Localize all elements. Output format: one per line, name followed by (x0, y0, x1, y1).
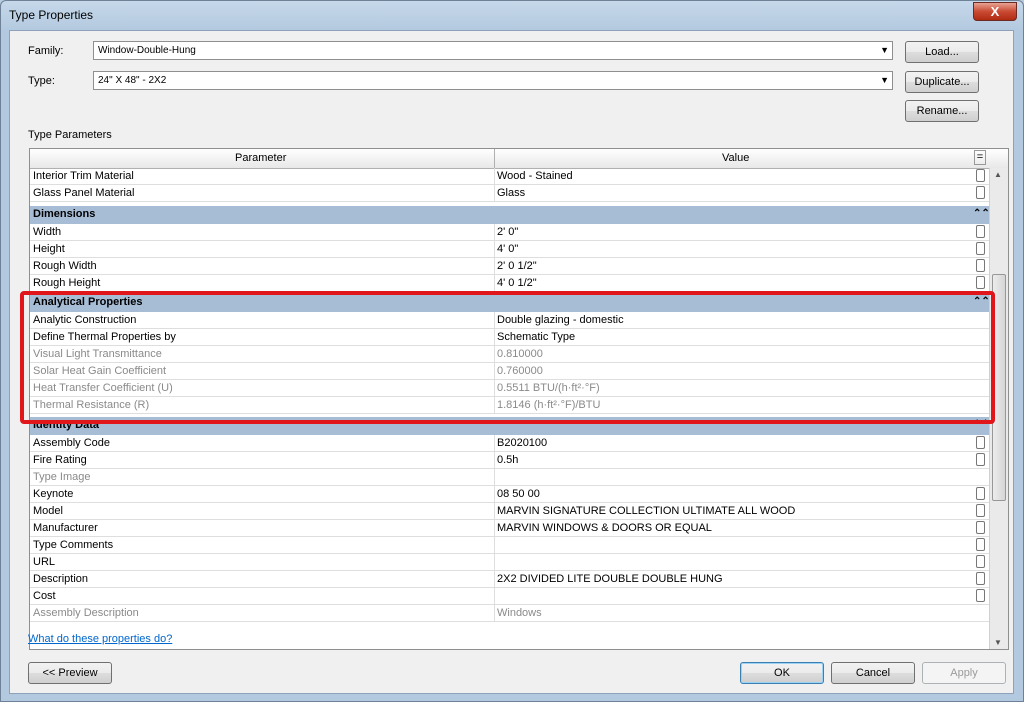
row-edit-handle[interactable] (976, 504, 985, 517)
load-button[interactable]: Load... (905, 41, 979, 63)
header-parameter[interactable]: Parameter (235, 152, 286, 164)
header-value[interactable]: Value (722, 152, 749, 164)
table-row[interactable]: Rough Height 4' 0 1/2" (30, 275, 989, 292)
table-row[interactable]: Manufacturer MARVIN WINDOWS & DOORS OR E… (30, 520, 989, 537)
family-label: Family: (28, 45, 64, 57)
table-row[interactable]: Description 2X2 DIVIDED LITE DOUBLE DOUB… (30, 571, 989, 588)
ok-button[interactable]: OK (740, 662, 824, 684)
type-parameters-label: Type Parameters (28, 129, 112, 141)
table-row[interactable]: Type Comments (30, 537, 989, 554)
type-label: Type: (28, 75, 55, 87)
row-edit-handle[interactable] (976, 276, 985, 289)
row-edit-handle[interactable] (976, 555, 985, 568)
scrollbar-thumb[interactable] (992, 274, 1006, 501)
rename-button[interactable]: Rename... (905, 100, 979, 122)
group-analytical-properties[interactable]: Analytical Properties ⌃⌃ (30, 294, 990, 312)
row-edit-handle[interactable] (976, 589, 985, 602)
scroll-down-arrow-icon[interactable]: ▼ (994, 638, 1002, 647)
preview-button[interactable]: << Preview (28, 662, 112, 684)
table-row[interactable]: Assembly Code B2020100 (30, 435, 989, 452)
help-link[interactable]: What do these properties do? (28, 633, 172, 645)
table-row[interactable]: Interior Trim Material Wood - Stained (30, 168, 989, 185)
type-value: 24" X 48" - 2X2 (98, 75, 167, 86)
grid-header: Parameter Value = (30, 149, 1008, 169)
row-edit-handle[interactable] (976, 572, 985, 585)
table-row[interactable]: Height 4' 0" (30, 241, 989, 258)
collapse-icon[interactable]: ⌃⌃ (973, 419, 990, 430)
row-edit-handle[interactable] (976, 521, 985, 534)
table-row: Type Image (30, 469, 989, 486)
table-row[interactable]: URL (30, 554, 989, 571)
table-row[interactable]: Keynote 08 50 00 (30, 486, 989, 503)
family-value: Window-Double-Hung (98, 45, 196, 56)
collapse-icon[interactable]: ⌃⌃ (973, 208, 990, 219)
apply-button[interactable]: Apply (922, 662, 1006, 684)
scroll-up-arrow-icon[interactable]: ▲ (994, 170, 1002, 179)
row-edit-handle[interactable] (976, 538, 985, 551)
header-menu-button[interactable]: = (974, 150, 986, 165)
grid-scrollbar[interactable]: ▲ ▼ (989, 168, 1008, 649)
table-row[interactable]: Define Thermal Properties by Schematic T… (30, 329, 989, 346)
chevron-down-icon: ▼ (880, 45, 889, 55)
table-row[interactable]: Fire Rating 0.5h (30, 452, 989, 469)
row-edit-handle[interactable] (976, 186, 985, 199)
table-row[interactable]: Width 2' 0" (30, 224, 989, 241)
table-row: Heat Transfer Coefficient (U) 0.5511 BTU… (30, 380, 989, 397)
row-edit-handle[interactable] (976, 259, 985, 272)
group-dimensions[interactable]: Dimensions ⌃⌃ (30, 206, 990, 224)
table-row[interactable]: Analytic Construction Double glazing - d… (30, 312, 989, 329)
row-edit-handle[interactable] (976, 436, 985, 449)
row-edit-handle[interactable] (976, 225, 985, 238)
table-row[interactable]: Model MARVIN SIGNATURE COLLECTION ULTIMA… (30, 503, 989, 520)
collapse-icon[interactable]: ⌃⌃ (973, 296, 990, 307)
window-title: Type Properties (9, 8, 94, 22)
row-edit-handle[interactable] (976, 169, 985, 182)
chevron-down-icon: ▼ (880, 75, 889, 85)
table-row: Thermal Resistance (R) 1.8146 (h·ft²·°F)… (30, 397, 989, 414)
group-identity-data[interactable]: Identity Data ⌃⌃ (30, 417, 990, 435)
type-properties-window: Type Properties X Family: Window-Double-… (0, 0, 1024, 702)
table-row[interactable]: Glass Panel Material Glass (30, 185, 989, 202)
row-edit-handle[interactable] (976, 487, 985, 500)
family-combo[interactable]: Window-Double-Hung ▼ (93, 41, 893, 60)
row-edit-handle[interactable] (976, 453, 985, 466)
table-row: Solar Heat Gain Coefficient 0.760000 (30, 363, 989, 380)
parameters-grid: Parameter Value = Interior Trim Material… (29, 148, 1009, 650)
table-row: Assembly Description Windows (30, 605, 989, 622)
header-divider (494, 149, 495, 168)
duplicate-button[interactable]: Duplicate... (905, 71, 979, 93)
close-button[interactable]: X (973, 2, 1017, 21)
table-row[interactable]: Rough Width 2' 0 1/2" (30, 258, 989, 275)
title-bar[interactable]: Type Properties X (1, 1, 1023, 29)
dialog-body: Family: Window-Double-Hung ▼ Load... Typ… (9, 30, 1014, 694)
type-combo[interactable]: 24" X 48" - 2X2 ▼ (93, 71, 893, 90)
cancel-button[interactable]: Cancel (831, 662, 915, 684)
table-row[interactable]: Cost (30, 588, 989, 605)
table-row: Visual Light Transmittance 0.810000 (30, 346, 989, 363)
row-edit-handle[interactable] (976, 242, 985, 255)
